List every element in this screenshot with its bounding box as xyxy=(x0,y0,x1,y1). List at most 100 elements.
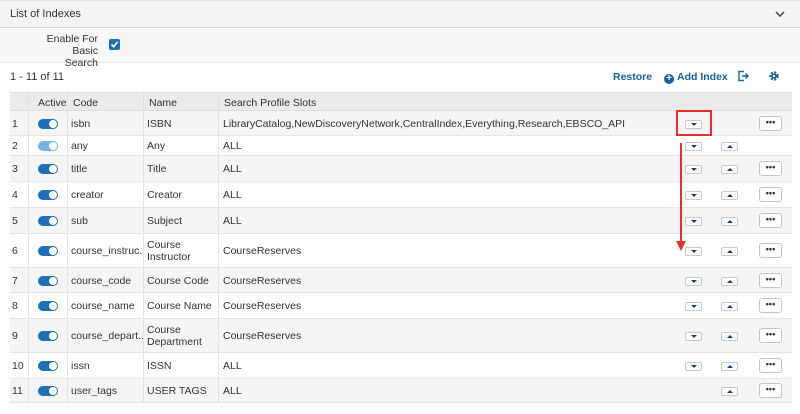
active-toggle[interactable] xyxy=(38,216,58,226)
table-row[interactable]: 2 any Any ALL xyxy=(10,136,792,156)
index-name-line1: USER TAGS xyxy=(147,385,207,397)
index-table: Active Code Name Search Profile Slots 1 i… xyxy=(10,92,792,403)
table-header: Active Code Name Search Profile Slots xyxy=(10,92,792,111)
more-actions-button[interactable]: ••• xyxy=(759,243,782,258)
move-down-button[interactable] xyxy=(685,332,702,341)
row-number: 3 xyxy=(12,163,18,175)
result-count: 1 - 11 of 11 xyxy=(10,71,65,83)
move-down-button[interactable] xyxy=(685,302,702,311)
move-down-button[interactable] xyxy=(685,362,702,371)
active-toggle[interactable] xyxy=(38,361,58,371)
gear-icon[interactable] xyxy=(768,70,780,82)
col-divider xyxy=(218,234,219,267)
active-toggle[interactable] xyxy=(38,141,58,151)
index-name-line1: ISBN xyxy=(147,118,172,130)
more-actions-button[interactable]: ••• xyxy=(759,298,782,313)
move-down-button[interactable] xyxy=(685,217,702,226)
more-actions-button[interactable]: ••• xyxy=(759,328,782,343)
index-name-line1: Title xyxy=(147,163,167,175)
index-name: Any xyxy=(147,140,165,152)
table-row[interactable]: 3 title Title ALL ••• xyxy=(10,156,792,182)
more-actions-button[interactable]: ••• xyxy=(759,213,782,228)
table-row[interactable]: 10 issn ISSN ALL ••• xyxy=(10,353,792,379)
active-toggle[interactable] xyxy=(38,190,58,200)
move-up-button[interactable] xyxy=(721,362,738,371)
table-row[interactable]: 1 isbn ISBN LibraryCatalog,NewDiscoveryNetw… xyxy=(10,111,792,136)
basic-search-label: Enable For Basic Search xyxy=(20,33,98,69)
annotation-highlight-box xyxy=(676,110,712,136)
table-row[interactable]: 9 course_depart... Course Department CourseR… xyxy=(10,319,792,353)
table-row[interactable]: 6 course_instruc... Course Instructor Course… xyxy=(10,234,792,268)
move-up-button[interactable] xyxy=(721,332,738,341)
active-toggle[interactable] xyxy=(38,246,58,256)
move-up-button[interactable] xyxy=(721,302,738,311)
col-divider xyxy=(28,353,29,378)
chevron-down-icon[interactable] xyxy=(774,8,786,20)
col-slots-header[interactable]: Search Profile Slots xyxy=(224,97,316,109)
search-profile-slots: ALL xyxy=(223,140,242,152)
more-actions-button[interactable]: ••• xyxy=(759,161,782,176)
table-row[interactable]: 8 course_name Course Name CourseReserves ••• xyxy=(10,293,792,319)
col-divider xyxy=(218,293,219,318)
basic-search-checkbox[interactable] xyxy=(109,39,120,50)
col-code-header[interactable]: Code xyxy=(73,97,98,109)
col-divider xyxy=(28,93,29,110)
table-row[interactable]: 4 creator Creator ALL ••• xyxy=(10,182,792,208)
more-actions-button[interactable]: ••• xyxy=(759,273,782,288)
table-row[interactable]: 11 user_tags USER TAGS ALL ••• xyxy=(10,379,792,403)
plus-circle-icon: + xyxy=(664,74,674,84)
move-up-button[interactable] xyxy=(721,217,738,226)
move-up-button[interactable] xyxy=(721,165,738,174)
active-toggle[interactable] xyxy=(38,301,58,311)
move-up-button[interactable] xyxy=(721,191,738,200)
section-header[interactable]: List of Indexes xyxy=(0,0,800,28)
col-divider xyxy=(218,319,219,352)
index-name: Course Instructor xyxy=(147,239,191,263)
col-divider xyxy=(67,379,68,402)
move-down-button[interactable] xyxy=(685,165,702,174)
table-row[interactable]: 5 sub Subject ALL ••• xyxy=(10,208,792,234)
index-name-line2: Department xyxy=(147,336,202,348)
row-number: 1 xyxy=(12,118,18,130)
table-row[interactable]: 7 course_code Course Code CourseReserves ••• xyxy=(10,268,792,293)
index-name: Course Name xyxy=(147,300,212,312)
move-down-button[interactable] xyxy=(685,247,702,256)
more-actions-button[interactable]: ••• xyxy=(759,116,782,131)
table-body: 1 isbn ISBN LibraryCatalog,NewDiscoveryNetw… xyxy=(10,111,792,403)
move-up-button[interactable] xyxy=(721,247,738,256)
active-toggle[interactable] xyxy=(38,386,58,396)
index-name-line1: Subject xyxy=(147,215,183,227)
active-toggle[interactable] xyxy=(38,276,58,286)
check-icon xyxy=(110,41,119,48)
more-actions-button[interactable]: ••• xyxy=(759,383,782,398)
col-divider xyxy=(67,182,68,207)
active-toggle[interactable] xyxy=(38,119,58,129)
index-name: Creator xyxy=(147,189,182,201)
index-code: course_name xyxy=(71,300,135,312)
col-divider xyxy=(218,268,219,292)
search-profile-slots: ALL xyxy=(223,360,242,372)
index-name-line2: Instructor xyxy=(147,251,191,263)
col-divider xyxy=(218,156,219,181)
move-down-button[interactable] xyxy=(685,191,702,200)
restore-link[interactable]: Restore xyxy=(613,71,652,83)
move-up-button[interactable] xyxy=(721,277,738,286)
more-actions-button[interactable]: ••• xyxy=(759,358,782,373)
col-divider xyxy=(67,234,68,267)
active-toggle[interactable] xyxy=(38,164,58,174)
move-up-button[interactable] xyxy=(721,387,738,396)
add-index-link[interactable]: + Add Index xyxy=(664,71,728,84)
export-icon[interactable] xyxy=(737,70,749,82)
col-active-header[interactable]: Active xyxy=(38,97,67,109)
active-toggle[interactable] xyxy=(38,331,58,341)
index-name: Course Department xyxy=(147,324,202,348)
more-actions-button[interactable]: ••• xyxy=(759,187,782,202)
move-down-button[interactable] xyxy=(685,277,702,286)
move-down-button[interactable] xyxy=(685,142,702,151)
col-divider xyxy=(67,268,68,292)
move-up-button[interactable] xyxy=(721,142,738,151)
col-name-header[interactable]: Name xyxy=(149,97,177,109)
index-name: Subject xyxy=(147,215,182,227)
index-code: course_code xyxy=(71,275,132,287)
col-divider xyxy=(67,111,68,135)
